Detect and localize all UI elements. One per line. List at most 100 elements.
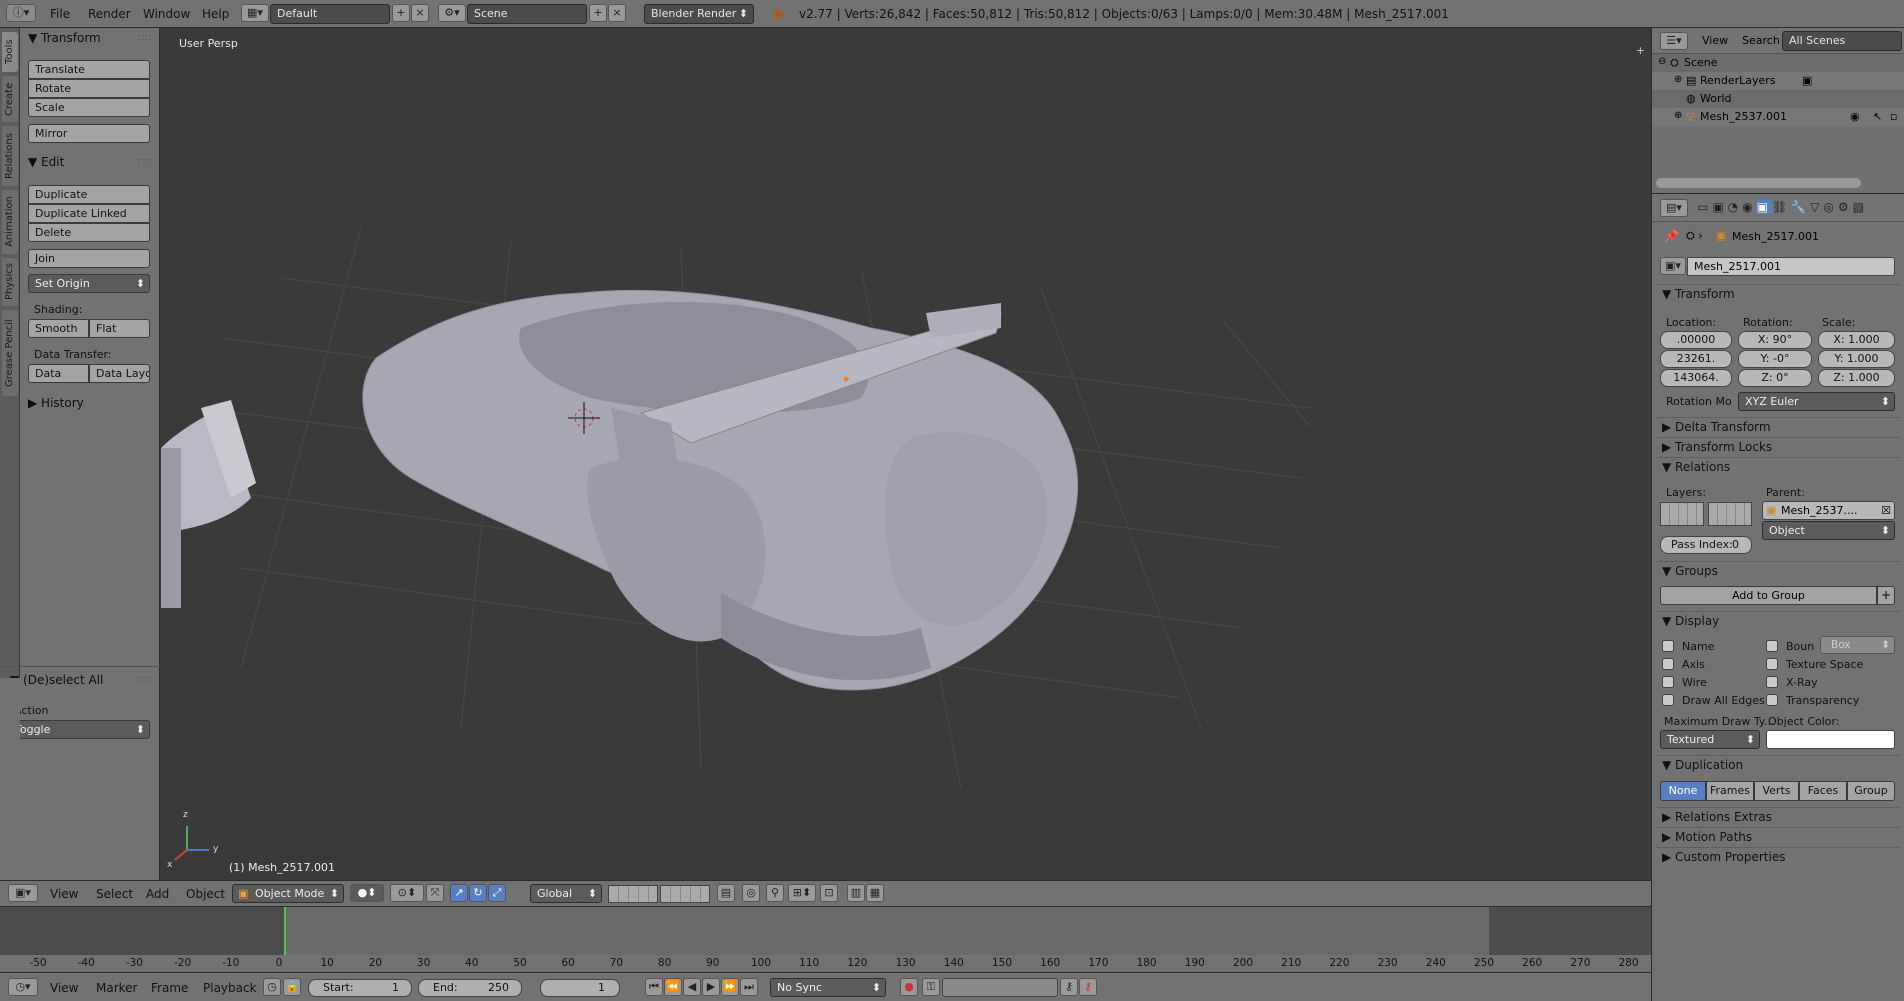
info-editor-icon[interactable]: ⓘ▾ (6, 4, 36, 22)
outliner-editor-icon[interactable]: ☰▾ (1660, 32, 1688, 50)
pin-icon[interactable]: 📌 (1664, 229, 1679, 243)
car-mesh[interactable] (362, 289, 1079, 691)
display-bounds-checkbox[interactable] (1766, 640, 1778, 652)
panel-grip-icon[interactable]: ∷∷ (138, 33, 151, 44)
outliner-view-menu[interactable]: View (1702, 34, 1728, 47)
outliner-row-mesh[interactable]: ⊕ ▽ Mesh_2537.001 ◉ ↖ ▫ (1652, 108, 1904, 126)
menu-render[interactable]: Render (88, 7, 131, 21)
motion-paths-header[interactable]: ▶ Motion Paths (1662, 830, 1752, 844)
transform-orientation-select[interactable]: Global ⬍ (530, 884, 602, 903)
rotation-z-field[interactable]: Z: 0° (1738, 369, 1812, 387)
add-to-group-button[interactable]: Add to Group (1660, 586, 1877, 605)
relations-extras-header[interactable]: ▶ Relations Extras (1662, 810, 1772, 824)
display-wire-checkbox[interactable] (1662, 676, 1674, 688)
menu-add[interactable]: Add (146, 887, 169, 901)
add-screen-icon[interactable]: + (392, 4, 410, 22)
dup-none-button[interactable]: None (1660, 781, 1706, 801)
collapse-icon[interactable]: ⊖ (1658, 56, 1666, 67)
preview-range-icon[interactable]: ◷ (263, 978, 281, 996)
outliner-row-world[interactable]: ◍ World (1652, 90, 1904, 108)
draw-all-edges-checkbox[interactable] (1662, 694, 1674, 706)
transparency-checkbox[interactable] (1766, 694, 1778, 706)
location-y-field[interactable]: 23261. (1660, 350, 1732, 368)
editor-type-icon[interactable]: ▣▾ (8, 884, 38, 902)
jump-start-icon[interactable]: ⏮ (645, 978, 663, 996)
menu-window[interactable]: Window (143, 7, 190, 21)
outliner-row-renderlayers[interactable]: ⊕ ▤ RenderLayers ▣ (1652, 72, 1904, 90)
action-select[interactable]: Toggle ⬍ (8, 720, 150, 739)
dup-frames-button[interactable]: Frames (1706, 781, 1754, 801)
join-button[interactable]: Join (28, 249, 150, 268)
insert-keyframe-icon[interactable]: ⚷ (1060, 978, 1078, 996)
tab-tools[interactable]: Tools (2, 32, 18, 72)
menu-select[interactable]: Select (96, 887, 133, 901)
clear-parent-icon[interactable]: ☒ (1881, 502, 1891, 519)
start-frame-field[interactable]: Start: 1 (308, 979, 412, 997)
shade-flat-button[interactable]: Flat (89, 319, 150, 338)
object-context-icon[interactable]: ▣ (1756, 200, 1772, 214)
panel-grip-icon[interactable]: ∷∷ (138, 157, 151, 168)
pivot-point-icon[interactable]: ⊙⬍ (390, 884, 424, 902)
layer-lock-icon[interactable]: ▤ (717, 884, 735, 902)
set-origin-select[interactable]: Set Origin ⬍ (28, 274, 150, 293)
menu-view[interactable]: View (50, 981, 78, 995)
scene-layers-grid-right[interactable] (660, 885, 710, 903)
bounds-type-select[interactable]: Box ⬍ (1820, 636, 1895, 654)
snap-toggle-icon[interactable]: ⚲ (766, 884, 784, 902)
panel-grip-icon[interactable]: ∷∷ (138, 675, 151, 686)
scale-manipulator-icon[interactable]: ⤢ (488, 884, 506, 902)
selectability-cursor-icon[interactable]: ↖ (1873, 110, 1882, 123)
context-tabs-icons[interactable]: ▭▣◔◉▣⛓🔧▽◎⚙▧ (1697, 200, 1868, 214)
groups-header[interactable]: ▼ Groups (1662, 564, 1718, 578)
3d-viewport[interactable]: User Persp z y x (1) Mesh_2517.001 + (161, 28, 1651, 880)
translate-button[interactable]: Translate (28, 60, 150, 79)
dup-verts-button[interactable]: Verts (1754, 781, 1799, 801)
timeline-editor-icon[interactable]: ◷▾ (8, 978, 38, 996)
rotation-x-field[interactable]: X: 90° (1738, 331, 1812, 349)
menu-marker[interactable]: Marker (96, 981, 137, 995)
display-header[interactable]: ▼ Display (1662, 614, 1719, 628)
scale-button[interactable]: Scale (28, 98, 150, 117)
jump-end-icon[interactable]: ⏭ (740, 978, 758, 996)
menu-object[interactable]: Object (186, 887, 225, 901)
visibility-eye-icon[interactable]: ◉ (1850, 110, 1860, 123)
viewport-shading-icon[interactable]: ●⬍ (350, 884, 384, 902)
tab-animation[interactable]: Animation (2, 190, 18, 254)
texture-space-checkbox[interactable] (1766, 658, 1778, 670)
remove-screen-icon[interactable]: × (411, 4, 429, 22)
lock-range-icon[interactable]: 🔒 (283, 978, 301, 996)
rotate-manipulator-icon[interactable]: ↻ (469, 884, 487, 902)
region-expand-icon[interactable]: + (1636, 44, 1645, 57)
end-frame-field[interactable]: End: 250 (418, 979, 522, 997)
render-preview-icon[interactable]: ▥ (847, 884, 865, 902)
keying-set-field[interactable] (942, 978, 1058, 997)
relations-header[interactable]: ▼ Relations (1662, 460, 1730, 474)
mirror-button[interactable]: Mirror (28, 124, 150, 143)
history-panel-header[interactable]: ▶ History (28, 396, 84, 410)
play-reverse-icon[interactable]: ◀ (683, 978, 701, 996)
menu-file[interactable]: File (50, 7, 70, 21)
expand-icon[interactable]: ⊕ (1674, 74, 1682, 85)
add-scene-icon[interactable]: + (589, 4, 607, 22)
outliner-search-menu[interactable]: Search (1742, 34, 1780, 47)
rotation-mode-select[interactable]: XYZ Euler ⬍ (1738, 392, 1895, 411)
transform-panel-header[interactable]: ▼ Transform (28, 31, 101, 45)
scene-field[interactable]: Scene (467, 4, 587, 24)
tab-relations[interactable]: Relations (2, 126, 18, 186)
outliner-filter-select[interactable]: All Scenes (1782, 31, 1902, 51)
data-layout-button[interactable]: Data Layo (89, 364, 150, 383)
x-ray-checkbox[interactable] (1766, 676, 1778, 688)
sync-mode-select[interactable]: No Sync ⬍ (770, 978, 886, 997)
proportional-edit-icon[interactable]: ◎ (742, 884, 760, 902)
translate-manipulator-icon[interactable]: ↗ (450, 884, 468, 902)
outliner-scrollbar[interactable] (1656, 178, 1861, 188)
scene-icon[interactable]: ⚙▾ (438, 4, 466, 22)
delete-keyframe-icon[interactable]: ⚷ (1079, 978, 1097, 996)
screen-layout-icon[interactable]: ▦▾ (241, 4, 269, 22)
display-name-checkbox[interactable] (1662, 640, 1674, 652)
current-frame-field[interactable]: 1 (540, 979, 620, 997)
mode-select[interactable]: ▣ Object Mode ⬍ (232, 884, 344, 903)
max-draw-type-select[interactable]: Textured ⬍ (1660, 730, 1760, 749)
delete-button[interactable]: Delete (28, 223, 150, 242)
operator-panel-header[interactable]: ▼ (De)select All (10, 673, 103, 687)
